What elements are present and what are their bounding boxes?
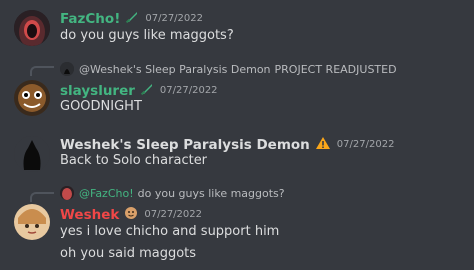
timestamp: 07/27/2022	[145, 13, 203, 24]
green-sword-icon	[140, 81, 154, 100]
cartoon-face-avatar-icon	[14, 80, 50, 116]
reply-spine	[30, 192, 54, 202]
reply-spine	[30, 66, 54, 76]
silhouette-avatar-icon	[14, 136, 50, 172]
message-text: yes i love chicho and support him	[60, 224, 280, 239]
author-name[interactable]: Weshek's Sleep Paralysis Demon	[60, 137, 310, 153]
message-text: do you guys like maggots?	[60, 28, 234, 43]
avatar[interactable]	[14, 80, 50, 116]
hooded-figure-avatar-icon	[14, 10, 50, 46]
message: @Weshek's Sleep Paralysis Demon PROJECT …	[0, 60, 474, 120]
message-text: GOODNIGHT	[60, 99, 142, 114]
face-emoji-icon	[124, 205, 138, 224]
avatar[interactable]	[14, 136, 50, 172]
message: @FazCho! do you guys like maggots? Weshe…	[0, 186, 474, 266]
author-name[interactable]: FazCho!	[60, 11, 120, 27]
reply-author: @Weshek's Sleep Paralysis Demon	[79, 62, 271, 76]
message: Weshek's Sleep Paralysis Demon 07/27/202…	[0, 134, 474, 174]
reply-preview[interactable]: @FazCho! do you guys like maggots?	[60, 186, 285, 200]
anime-character-avatar-icon	[14, 204, 50, 240]
avatar[interactable]	[14, 10, 50, 46]
warning-icon	[315, 135, 331, 154]
author-name[interactable]: slayslurer	[60, 83, 135, 99]
timestamp: 07/27/2022	[336, 139, 395, 150]
avatar[interactable]	[14, 204, 50, 240]
message-text: Back to Solo character	[60, 153, 208, 168]
reply-avatar	[60, 186, 74, 200]
reply-text: PROJECT READJUSTED	[274, 62, 397, 76]
author-name[interactable]: Weshek	[60, 207, 119, 223]
message-text: oh you said maggots	[60, 246, 197, 261]
green-sword-icon	[125, 9, 139, 28]
reply-text: do you guys like maggots?	[137, 186, 285, 200]
message: FazCho! 07/27/2022 do you guys like magg…	[0, 8, 474, 48]
reply-author: @FazCho!	[79, 186, 134, 200]
reply-preview[interactable]: @Weshek's Sleep Paralysis Demon PROJECT …	[60, 62, 397, 76]
timestamp: 07/27/2022	[159, 85, 218, 96]
timestamp: 07/27/2022	[144, 209, 202, 220]
reply-avatar	[60, 62, 74, 76]
